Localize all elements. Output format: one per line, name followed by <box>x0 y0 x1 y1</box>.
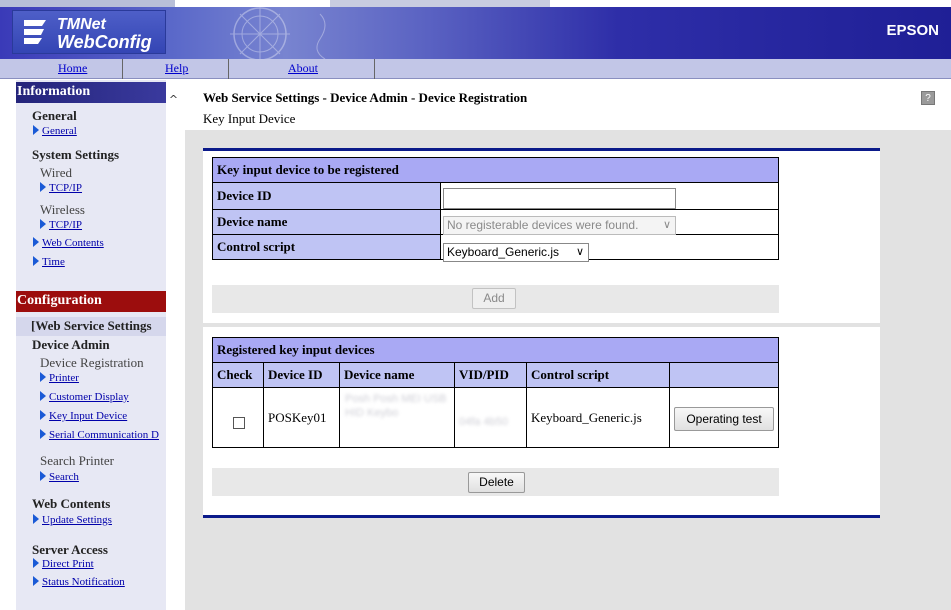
sidebar-link-status-notification[interactable]: Status Notification <box>33 576 125 588</box>
arrow-right-icon <box>40 182 46 192</box>
arrow-right-icon <box>33 558 39 568</box>
arrow-right-icon <box>40 391 46 401</box>
sidebar-link-web-contents[interactable]: Web Contents <box>33 237 104 249</box>
control-script-label: Control script <box>212 234 441 260</box>
arrow-right-icon <box>40 410 46 420</box>
row-device-name-redacted: Posh Posh MEI USB HID Keybo <box>345 393 447 419</box>
sidebar-information-header: Information <box>16 82 166 103</box>
nav-divider <box>374 59 375 79</box>
arrow-right-icon <box>33 576 39 586</box>
arrow-right-icon <box>33 256 39 266</box>
nav-home-link[interactable]: Home <box>58 61 87 76</box>
arrow-right-icon <box>40 429 46 439</box>
row-control-script: Keyboard_Generic.js <box>526 387 670 448</box>
help-icon[interactable]: ? <box>921 91 935 105</box>
sidebar-link-key-input-device[interactable]: Key Input Device <box>40 410 127 422</box>
sidebar-search-printer-label: Search Printer <box>40 453 115 468</box>
chevron-down-icon: ∨ <box>575 246 584 258</box>
sidebar-link-serial-communication[interactable]: Serial Communication D <box>40 429 159 441</box>
column-header-control-script: Control script <box>526 362 670 388</box>
device-name-select: No registerable devices were found. ∨ <box>443 216 676 235</box>
column-header-vid-pid: VID/PID <box>454 362 527 388</box>
device-id-label: Device ID <box>212 182 441 210</box>
chevron-down-icon: ∨ <box>662 219 671 231</box>
sidebar-link-update-settings[interactable]: Update Settings <box>33 514 112 526</box>
nav-about-link[interactable]: About <box>288 61 318 76</box>
sidebar-wireless-label: Wireless <box>40 202 85 217</box>
sidebar-link-search[interactable]: Search <box>40 471 79 483</box>
column-header-check: Check <box>212 362 264 388</box>
arrow-right-icon <box>40 471 46 481</box>
registered-devices-table: Registered key input devices Check Devic… <box>212 337 779 448</box>
header-top-strip <box>0 0 951 7</box>
sidebar-system-settings-heading: System Settings <box>32 147 120 162</box>
operating-test-button[interactable]: Operating test <box>674 407 774 431</box>
sidebar-item-web-service-settings[interactable]: [Web Service Settings <box>16 317 166 336</box>
sidebar-link-direct-print[interactable]: Direct Print <box>33 558 94 570</box>
sidebar-link-wired-tcpip[interactable]: TCP/IP <box>40 182 82 194</box>
sidebar-link-wireless-tcpip[interactable]: TCP/IP <box>40 219 82 231</box>
arrow-right-icon <box>33 514 39 524</box>
column-header-device-id: Device ID <box>263 362 340 388</box>
sidebar-web-contents-heading: Web Contents <box>32 496 111 511</box>
sidebar-link-customer-display[interactable]: Customer Display <box>40 391 129 403</box>
row-checkbox[interactable] <box>233 417 245 429</box>
logo-line-2: WebConfig <box>57 32 152 52</box>
epson-brand: EPSON <box>886 22 939 39</box>
page-subtitle: Key Input Device <box>203 111 296 126</box>
sidebar-gutter <box>0 80 16 610</box>
delete-button[interactable]: Delete <box>468 472 525 493</box>
nav-divider <box>228 59 229 79</box>
column-header-actions <box>669 362 779 388</box>
sidebar-link-printer[interactable]: Printer <box>40 372 79 384</box>
arrow-right-icon <box>40 219 46 229</box>
arrow-right-icon <box>33 125 39 135</box>
sidebar: Information General General System Setti… <box>16 80 166 610</box>
sidebar-device-registration-label: Device Registration <box>40 355 144 370</box>
row-device-id: POSKey01 <box>263 387 340 448</box>
app-header: TMNet WebConfig EPSON <box>0 0 951 59</box>
column-header-device-name: Device name <box>339 362 455 388</box>
control-script-select[interactable]: Keyboard_Generic.js ∨ <box>443 243 589 262</box>
page-title: Web Service Settings - Device Admin - De… <box>203 90 528 105</box>
row-vid-pid-redacted: 04fa 4b50 <box>459 416 508 428</box>
sidebar-scroll-up-icon[interactable]: ^ <box>167 94 180 106</box>
nav-help-link[interactable]: Help <box>165 61 188 76</box>
sidebar-server-access-heading: Server Access <box>32 542 108 557</box>
top-nav: Home Help About <box>0 59 951 79</box>
logo-line-1: TMNet <box>57 16 106 33</box>
device-name-label: Device name <box>212 209 441 235</box>
tmnet-logo-icon <box>24 20 46 44</box>
sidebar-wired-label: Wired <box>40 165 72 180</box>
sidebar-link-time[interactable]: Time <box>33 256 65 268</box>
compass-decoration <box>230 4 326 59</box>
add-button[interactable]: Add <box>472 288 516 309</box>
register-table-header: Key input device to be registered <box>212 157 779 183</box>
tmnet-logo: TMNet WebConfig <box>12 10 166 54</box>
sidebar-device-admin-heading: Device Admin <box>32 337 110 352</box>
nav-divider <box>122 59 123 79</box>
registered-table-header: Registered key input devices <box>212 337 779 363</box>
arrow-right-icon <box>40 372 46 382</box>
arrow-right-icon <box>33 237 39 247</box>
sidebar-link-general[interactable]: General <box>33 125 77 137</box>
sidebar-general-heading: General <box>32 108 77 123</box>
device-id-input[interactable] <box>443 188 676 209</box>
sidebar-configuration-header: Configuration <box>16 291 166 312</box>
